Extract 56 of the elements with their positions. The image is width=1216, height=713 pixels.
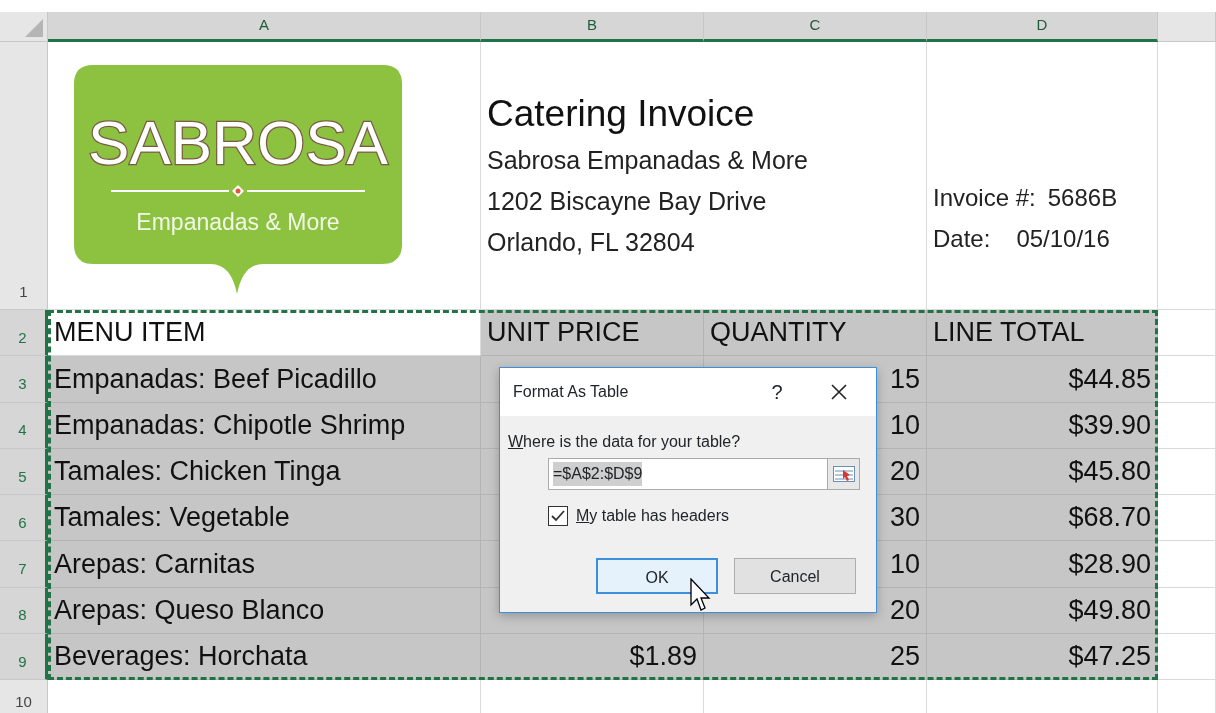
table-cell: Arepas: Carnitas [48, 541, 481, 588]
close-icon [831, 384, 847, 400]
column-heading: LINE TOTAL [927, 310, 1158, 357]
checkbox[interactable] [548, 506, 568, 526]
table-cell: Arepas: Queso Blanco [48, 587, 481, 634]
range-select-icon [832, 466, 855, 482]
row-header[interactable]: 6 [0, 495, 48, 542]
table-cell: Empanadas: Beef Picadillo [48, 356, 481, 403]
table-cell: 25 [704, 633, 927, 680]
address-line: Sabrosa Empanadas & More [487, 145, 808, 177]
logo-wordmark: SABROSA [88, 108, 388, 177]
field-label: Invoice #: [933, 183, 1036, 213]
column-heading: UNIT PRICE [481, 310, 704, 357]
dialog-button[interactable]: Cancel [734, 558, 856, 594]
range-text: =$A$2:$D$9 [553, 462, 643, 486]
table-cell: $47.25 [927, 633, 1158, 680]
table-cell: Tamales: Chicken Tinga [48, 448, 481, 495]
column-header[interactable]: B [481, 12, 704, 42]
invoice-title: Catering Invoice [487, 92, 755, 136]
check-icon [551, 510, 565, 522]
table-cell: $45.80 [927, 448, 1158, 495]
row-header[interactable]: 2 [0, 310, 48, 357]
table-cell: $68.70 [927, 495, 1158, 542]
table-cell: Beverages: Horchata [48, 633, 481, 680]
table-cell: $44.85 [927, 356, 1158, 403]
dialog-button[interactable]: OK [596, 558, 718, 594]
table-cell: $28.90 [927, 541, 1158, 588]
row-header[interactable]: 8 [0, 587, 48, 634]
field-value: 05/10/16 [1016, 224, 1110, 254]
row-header[interactable]: 9 [0, 633, 48, 680]
row-header[interactable]: 4 [0, 402, 48, 449]
column-header[interactable]: C [704, 12, 927, 42]
row-header[interactable]: 1 [0, 42, 48, 310]
mouse-pointer-icon [690, 578, 712, 612]
table-cell: $39.90 [927, 402, 1158, 449]
table-cell: Tamales: Vegetable [48, 495, 481, 542]
triangle-icon [23, 17, 43, 37]
table-cell: $1.89 [481, 633, 704, 680]
range-field[interactable]: =$A$2:$D$9 [548, 458, 860, 490]
row-header[interactable]: 3 [0, 356, 48, 403]
row-header[interactable]: 5 [0, 448, 48, 495]
column-header[interactable]: D [927, 12, 1158, 42]
row-header[interactable]: 7 [0, 541, 48, 588]
column-header[interactable]: A [48, 12, 481, 42]
field-label: Date: [933, 224, 991, 254]
field-value: 5686B [1047, 183, 1118, 213]
column-heading: MENU ITEM [48, 310, 481, 357]
dialog-title: Format As Table [513, 382, 630, 402]
row-header[interactable]: 10 [0, 680, 48, 713]
column-heading: QUANTITY [704, 310, 927, 357]
table-cell: Empanadas: Chipotle Shrimp [48, 402, 481, 449]
address-line: 1202 Biscayne Bay Drive [487, 186, 767, 218]
collapse-dialog-button[interactable] [827, 459, 859, 489]
logo-tagline: Empanadas & More [136, 209, 340, 235]
address-line: Orlando, FL 32804 [487, 227, 695, 259]
table-cell: $49.80 [927, 587, 1158, 634]
